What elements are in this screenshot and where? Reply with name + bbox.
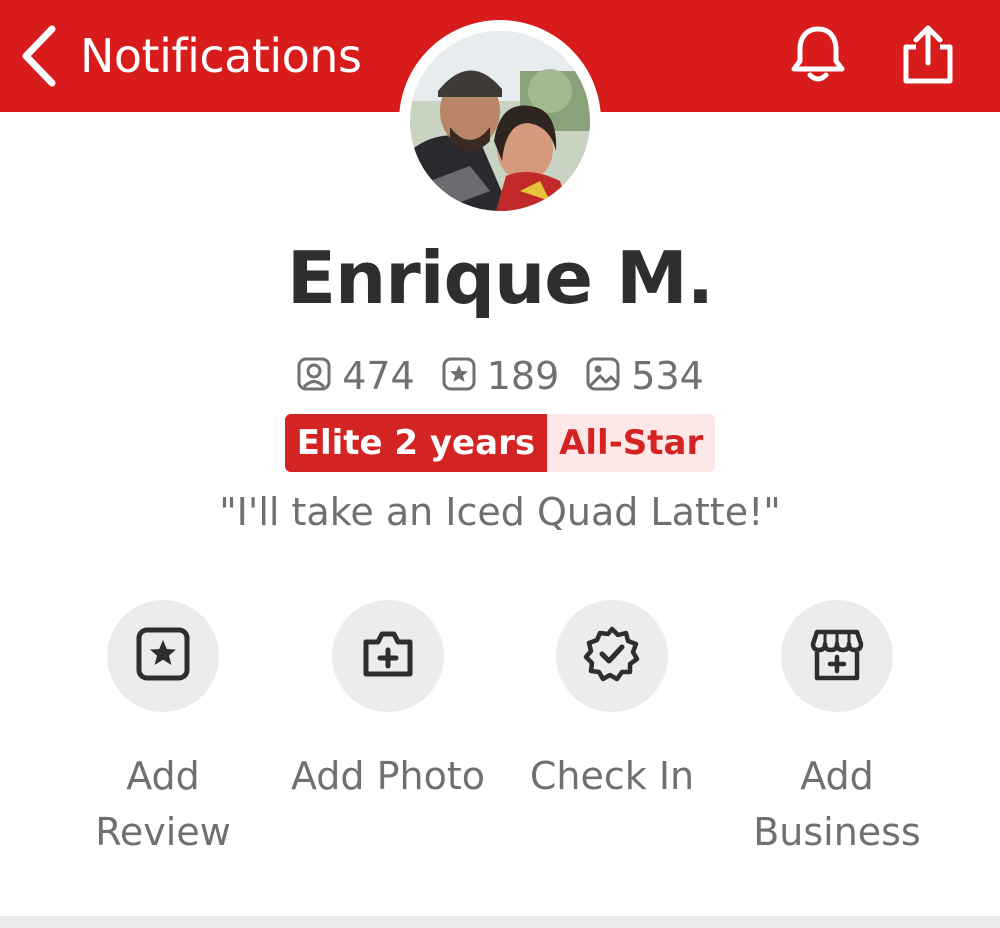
verified-badge-icon bbox=[582, 624, 642, 688]
check-in-button[interactable]: Check In bbox=[500, 600, 724, 804]
action-row: Add Review Add Photo Check In Add Busine… bbox=[0, 600, 1000, 860]
photos-stat[interactable]: 534 bbox=[585, 354, 704, 398]
storefront-plus-icon bbox=[807, 624, 867, 688]
bell-icon bbox=[788, 23, 848, 89]
friends-count: 474 bbox=[342, 354, 415, 398]
avatar-photo bbox=[410, 31, 590, 211]
photos-count: 534 bbox=[631, 354, 704, 398]
profile-page: Notifications Enrique M. 474 189 534 Eli… bbox=[0, 0, 1000, 928]
add-review-label: Add Review bbox=[95, 754, 231, 854]
elite-badge[interactable]: Elite 2 years bbox=[284, 414, 548, 472]
add-photo-button[interactable]: Add Photo bbox=[276, 600, 500, 804]
profile-name: Enrique M. bbox=[286, 236, 714, 320]
image-icon bbox=[585, 356, 621, 396]
add-business-label: Add Business bbox=[753, 754, 921, 854]
camera-plus-icon bbox=[358, 624, 418, 688]
add-photo-label: Add Photo bbox=[290, 754, 486, 798]
add-business-button[interactable]: Add Business bbox=[725, 600, 949, 860]
section-divider bbox=[0, 916, 1000, 928]
reviews-stat[interactable]: 189 bbox=[441, 354, 560, 398]
badges: Elite 2 years All-Star bbox=[0, 414, 1000, 472]
chevron-left-icon bbox=[18, 25, 58, 87]
friends-stat[interactable]: 474 bbox=[296, 354, 415, 398]
profile-tagline: "I'll take an Iced Quad Latte!" bbox=[219, 490, 781, 534]
notifications-button[interactable] bbox=[786, 24, 850, 88]
check-in-circle bbox=[556, 600, 668, 712]
share-icon bbox=[898, 23, 958, 89]
reviews-count: 189 bbox=[486, 354, 560, 398]
avatar[interactable] bbox=[399, 20, 601, 222]
check-in-label: Check In bbox=[529, 754, 695, 798]
star-box-icon bbox=[441, 356, 477, 396]
back-button[interactable]: Notifications bbox=[18, 22, 362, 90]
add-review-button[interactable]: Add Review bbox=[51, 600, 275, 860]
allstar-badge[interactable]: All-Star bbox=[547, 414, 716, 472]
add-review-circle bbox=[107, 600, 219, 712]
star-box-icon bbox=[133, 624, 193, 688]
add-business-circle bbox=[781, 600, 893, 712]
profile-stats: 474 189 534 bbox=[0, 352, 1000, 400]
back-label: Notifications bbox=[80, 29, 362, 83]
friends-icon bbox=[296, 356, 332, 396]
share-button[interactable] bbox=[896, 24, 960, 88]
add-photo-circle bbox=[332, 600, 444, 712]
